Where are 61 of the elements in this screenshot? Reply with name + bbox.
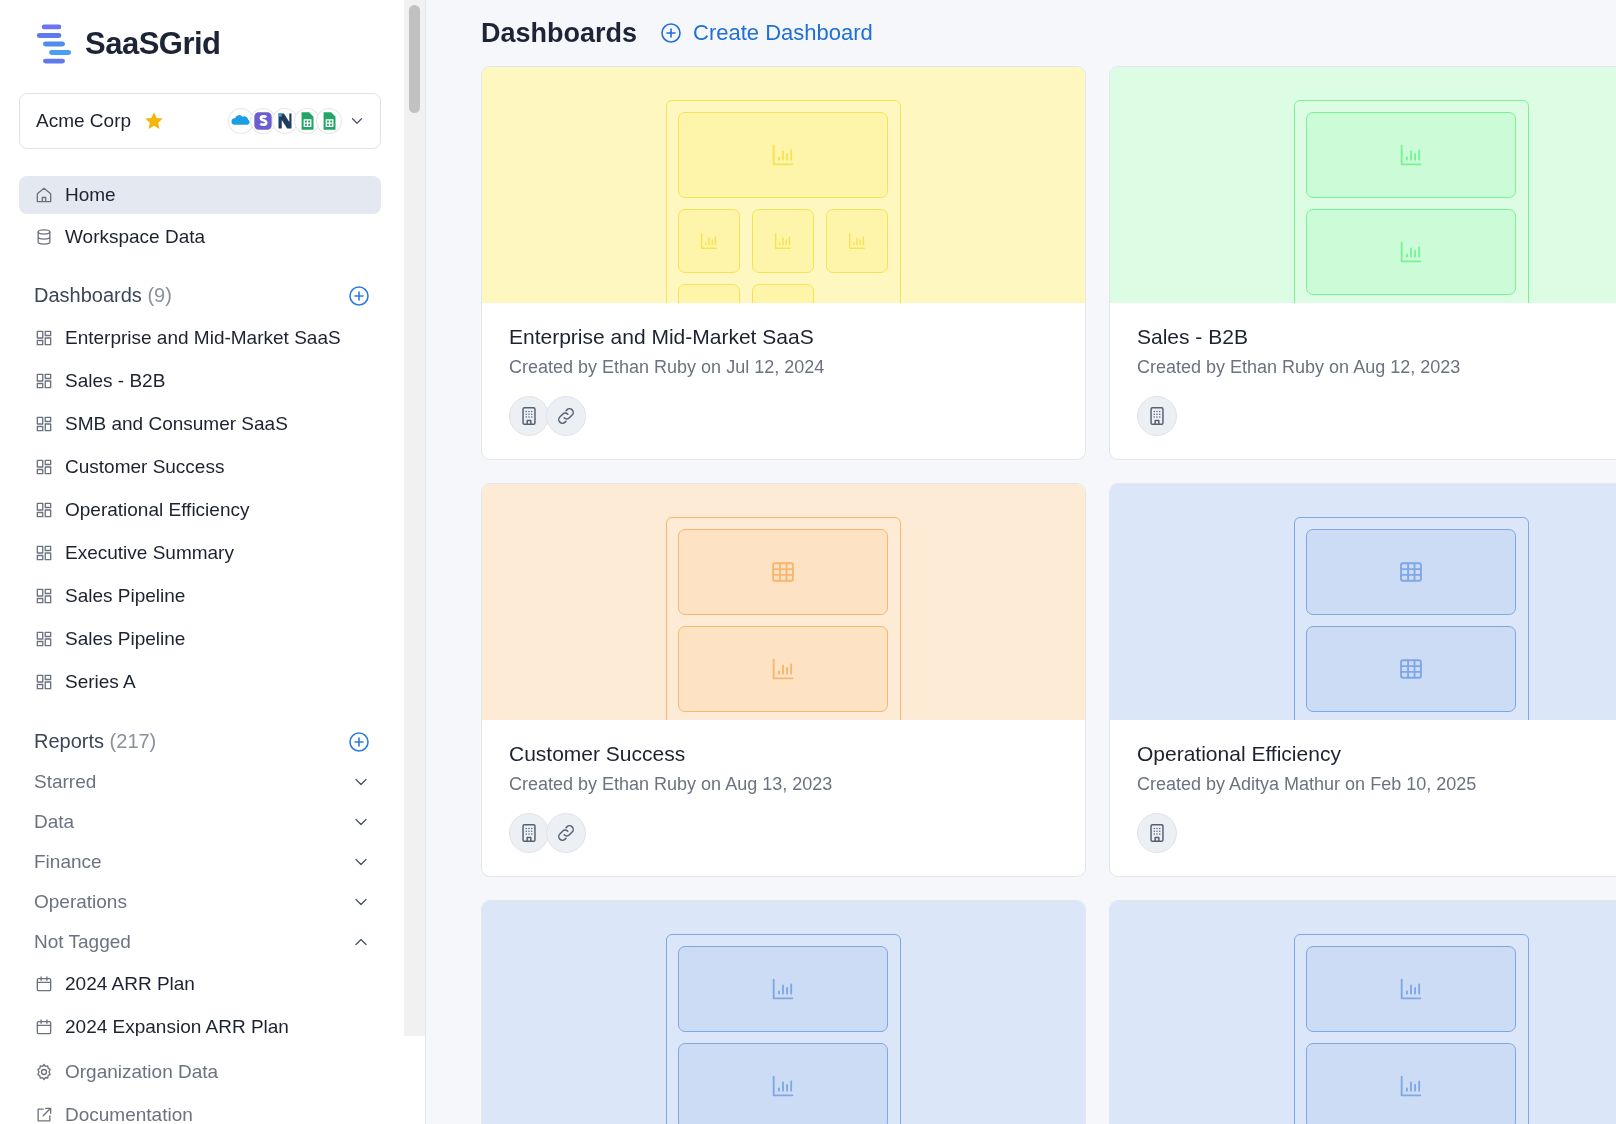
dashboard-item[interactable]: Series A	[19, 660, 381, 703]
brand-name: SaaSGrid	[85, 26, 221, 62]
report-group[interactable]: Data	[19, 802, 381, 842]
dashboard-card[interactable]: Operational Efficiency Created by Aditya Mathur on Feb 10, 2025	[1109, 483, 1616, 877]
card-title: Customer Success	[509, 742, 687, 766]
report-group[interactable]: Starred	[19, 762, 381, 802]
app-icon	[272, 108, 298, 134]
footer-link[interactable]: Documentation	[19, 1093, 381, 1124]
dashboard-item[interactable]: Sales Pipeline	[19, 574, 381, 617]
calendar-icon	[34, 973, 54, 994]
home-icon	[34, 185, 54, 205]
report-item[interactable]: 2024 ARR Plan	[19, 962, 381, 1005]
card-subtitle: Created by Ethan Ruby on Aug 13, 2023	[509, 774, 834, 795]
card-subtitle: Created by Ethan Ruby on Aug 12, 2023	[1137, 357, 1462, 378]
spreadsheet-icon	[316, 108, 342, 134]
dashboard-item[interactable]: Sales - B2B	[19, 359, 381, 402]
calendar-icon	[34, 1016, 54, 1036]
bar-chart-icon	[698, 230, 720, 252]
spreadsheet-icon	[294, 108, 320, 134]
dashboard-card[interactable]: Sales - B2B Created by Ethan Ruby on Aug 12, 2023	[1109, 66, 1616, 460]
scrollbar-thumb[interactable]	[409, 5, 420, 113]
add-icon	[659, 21, 684, 45]
dashboard-card[interactable]: Enterprise and Mid-Market SaaS Created by Ethan Ruby on Jul 12, 2024	[481, 66, 1086, 460]
dashboard-item[interactable]: SMB and Consumer SaaS	[19, 402, 381, 445]
link-icon[interactable]	[546, 396, 586, 436]
dashboard-item[interactable]: Operational Efficiency	[19, 488, 381, 531]
report-group[interactable]: Operations	[19, 882, 381, 922]
footer-link[interactable]: Organization Data	[19, 1050, 381, 1093]
dashboard-item[interactable]: Sales Pipeline	[19, 617, 381, 660]
nav-item[interactable]: Home	[19, 176, 381, 214]
report-group[interactable]: Not Tagged	[19, 922, 381, 962]
app-icon	[250, 108, 276, 134]
dashboard-item[interactable]: Customer Success	[19, 445, 381, 488]
add-icon[interactable]	[347, 729, 371, 754]
section-title: Dashboards (9)	[34, 284, 172, 307]
section-title: Reports (217)	[34, 730, 157, 753]
building-icon[interactable]	[1137, 396, 1177, 436]
bar-chart-icon	[772, 230, 794, 252]
dashboard-item[interactable]: Enterprise and Mid-Market SaaS	[19, 316, 381, 359]
building-icon[interactable]	[509, 813, 549, 853]
dashboard-item[interactable]: Executive Summary	[19, 531, 381, 574]
page-title: Dashboards	[481, 17, 638, 49]
bar-chart-icon	[846, 230, 868, 252]
card-subtitle: Created by Ethan Ruby on Jul 12, 2024	[509, 357, 826, 378]
organization-selector[interactable]: Acme Corp	[19, 93, 381, 149]
create-dashboard-link[interactable]: Create Dashboard	[659, 20, 873, 46]
card-title: Sales - B2B	[1137, 325, 1249, 349]
cloud-icon	[228, 108, 254, 134]
building-icon[interactable]	[509, 396, 549, 436]
card-subtitle: Created by Aditya Mathur on Feb 10, 2025	[1137, 774, 1478, 795]
dashboard-card[interactable]: Customer Success Created by Ethan Ruby on Aug 13, 2023	[481, 483, 1086, 877]
nav-item[interactable]: Workspace Data	[19, 218, 381, 256]
report-group[interactable]: Finance	[19, 842, 381, 882]
organization-name: Acme Corp	[36, 110, 132, 132]
settings-icon	[34, 1061, 54, 1082]
report-item[interactable]: 2024 Expansion ARR Plan	[19, 1005, 381, 1036]
card-title: Operational Efficiency	[1137, 742, 1342, 766]
link-icon[interactable]	[546, 813, 586, 853]
card-title: Enterprise and Mid-Market SaaS	[509, 325, 815, 349]
building-icon[interactable]	[1137, 813, 1177, 853]
add-icon[interactable]	[347, 283, 371, 308]
